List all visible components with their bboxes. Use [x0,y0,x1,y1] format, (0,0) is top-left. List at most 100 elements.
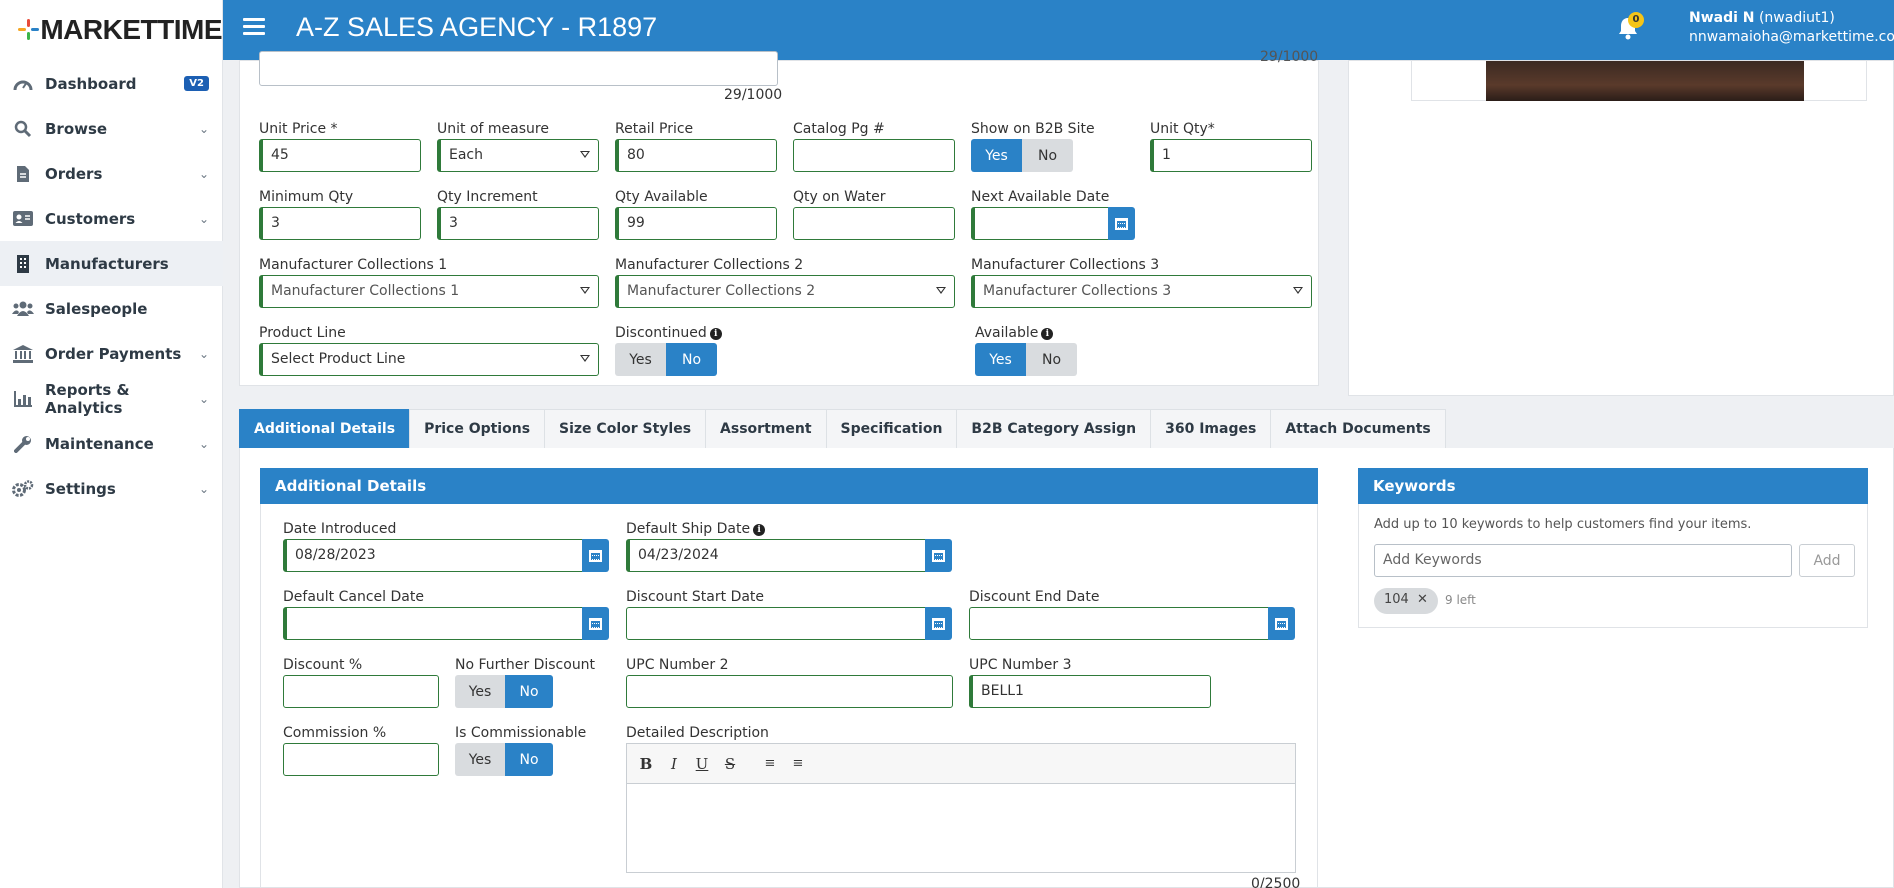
dashboard-gauge-icon [12,75,34,93]
retail-price-input[interactable]: 80 [615,139,777,172]
user-menu[interactable]: Nwadi N (nwadiut1) [1689,10,1835,26]
keyword-tag[interactable]: 104 ✕ [1374,588,1438,614]
sidebar-item-manufacturers[interactable]: Manufacturers [0,241,223,286]
app-logo[interactable]: MARKETTIME [0,0,222,60]
qty-increment-input[interactable]: 3 [437,207,599,240]
next-available-date-calendar-button[interactable] [1108,207,1135,240]
catalog-pg-input[interactable] [793,139,955,172]
default-ship-date-input[interactable]: 04/23/2024 [626,539,926,572]
secondary-char-counter: 29/1000 [1260,49,1319,65]
sidebar-item-browse[interactable]: Browse ⌄ [0,106,223,151]
is-commissionable-no-button[interactable]: No [505,743,553,776]
no-further-discount-toggle[interactable]: Yes No [455,675,553,708]
mfr-collections-2-select[interactable]: Manufacturer Collections 2 [615,275,955,308]
next-available-date-input[interactable] [971,207,1109,240]
info-icon[interactable]: i [753,524,766,536]
date-introduced-input[interactable]: 08/28/2023 [283,539,583,572]
product-image[interactable] [1486,61,1804,101]
unit-price-input[interactable]: 45 [259,139,421,172]
no-further-discount-yes-button[interactable]: Yes [455,675,505,708]
upc-number-3-input[interactable]: BELL1 [969,675,1211,708]
info-icon[interactable]: i [1041,328,1054,340]
sidebar-item-orders[interactable]: Orders ⌄ [0,151,223,196]
close-icon[interactable]: ✕ [1417,592,1428,607]
info-icon[interactable]: i [709,328,722,340]
sidebar-item-dashboard[interactable]: Dashboard V2 [0,61,223,106]
mfr-collections-3-select[interactable]: Manufacturer Collections 3 [971,275,1312,308]
keywords-heading: Keywords [1358,468,1868,504]
show-b2b-no-button[interactable]: No [1022,139,1073,172]
menu-toggle-icon[interactable] [243,18,265,36]
tab-assortment[interactable]: Assortment [705,409,826,449]
chevron-down-icon: ⌄ [198,166,209,181]
unit-price-label: Unit Price * [259,121,338,137]
strikethrough-icon[interactable]: S [721,755,739,773]
commission-pct-input[interactable] [283,743,439,776]
tab-360-images[interactable]: 360 Images [1150,409,1271,449]
tab-b2b-category-assign[interactable]: B2B Category Assign [956,409,1151,449]
default-ship-date-label-text: Default Ship Date [626,521,751,537]
qty-available-input[interactable]: 99 [615,207,777,240]
mfr-collections-2-label: Manufacturer Collections 2 [615,257,804,273]
building-icon [12,254,34,273]
is-commissionable-yes-button[interactable]: Yes [455,743,505,776]
ordered-list-icon[interactable]: ≡ [761,756,779,771]
is-commissionable-toggle[interactable]: Yes No [455,743,553,776]
calendar-icon [589,549,602,562]
sidebar-item-customers[interactable]: Customers ⌄ [0,196,223,241]
sidebar-item-settings[interactable]: Settings ⌄ [0,466,223,511]
sidebar-item-label: Dashboard [45,74,137,93]
available-yes-button[interactable]: Yes [975,343,1026,376]
minimum-qty-input[interactable]: 3 [259,207,421,240]
italic-icon[interactable]: I [665,755,683,773]
sidebar-item-maintenance[interactable]: Maintenance ⌄ [0,421,223,466]
sidebar-item-order-payments[interactable]: Order Payments ⌄ [0,331,223,376]
tab-price-options[interactable]: Price Options [409,409,545,449]
discount-pct-input[interactable] [283,675,439,708]
available-toggle[interactable]: Yes No [975,343,1077,376]
default-ship-date-calendar-button[interactable] [925,539,952,572]
default-cancel-date-input[interactable] [283,607,583,640]
additional-details-heading: Additional Details [260,468,1318,504]
discount-end-date-calendar-button[interactable] [1268,607,1295,640]
qty-on-water-input[interactable] [793,207,955,240]
sidebar-item-reports-analytics[interactable]: Reports & Analytics ⌄ [0,376,223,421]
sidebar-item-salespeople[interactable]: Salespeople [0,286,223,331]
add-keyword-button[interactable]: Add [1799,544,1855,577]
editor-toolbar: B I U S ≡ ≡ [626,743,1296,783]
discount-end-date-input[interactable] [969,607,1269,640]
add-keywords-input[interactable]: Add Keywords [1374,544,1792,577]
product-line-select[interactable]: Select Product Line [259,343,599,376]
discontinued-toggle[interactable]: Yes No [615,343,717,376]
tab-size-color-styles[interactable]: Size Color Styles [544,409,706,449]
detailed-description-char-counter: 0/2500 [1251,876,1301,888]
unit-of-measure-value: Each [449,147,483,163]
no-further-discount-no-button[interactable]: No [505,675,553,708]
show-b2b-yes-button[interactable]: Yes [971,139,1022,172]
default-cancel-date-calendar-button[interactable] [582,607,609,640]
page-title: A-Z SALES AGENCY - R1897 [296,12,658,42]
detailed-description-editor[interactable] [626,783,1296,873]
discontinued-yes-button[interactable]: Yes [615,343,666,376]
discount-start-date-calendar-button[interactable] [925,607,952,640]
tab-attach-documents[interactable]: Attach Documents [1270,409,1446,449]
bullet-list-icon[interactable]: ≡ [789,756,807,771]
tab-additional-details[interactable]: Additional Details [239,409,410,449]
upc-number-2-input[interactable] [626,675,953,708]
unit-qty-input[interactable]: 1 [1150,139,1312,172]
discount-start-date-label: Discount Start Date [626,589,765,605]
date-introduced-calendar-button[interactable] [582,539,609,572]
mfr-collections-1-select[interactable]: Manufacturer Collections 1 [259,275,599,308]
underline-icon[interactable]: U [693,755,711,773]
logo-mark-icon [18,19,39,41]
discontinued-no-button[interactable]: No [666,343,717,376]
description-textarea[interactable] [259,51,778,86]
tab-specification[interactable]: Specification [825,409,957,449]
discount-start-date-input[interactable] [626,607,926,640]
bold-icon[interactable]: B [637,755,655,773]
show-b2b-toggle[interactable]: Yes No [971,139,1073,172]
available-no-button[interactable]: No [1026,343,1077,376]
discontinued-label-text: Discontinued [615,325,707,341]
chevron-down-icon: ⌄ [198,436,209,451]
unit-of-measure-select[interactable]: Each [437,139,599,172]
